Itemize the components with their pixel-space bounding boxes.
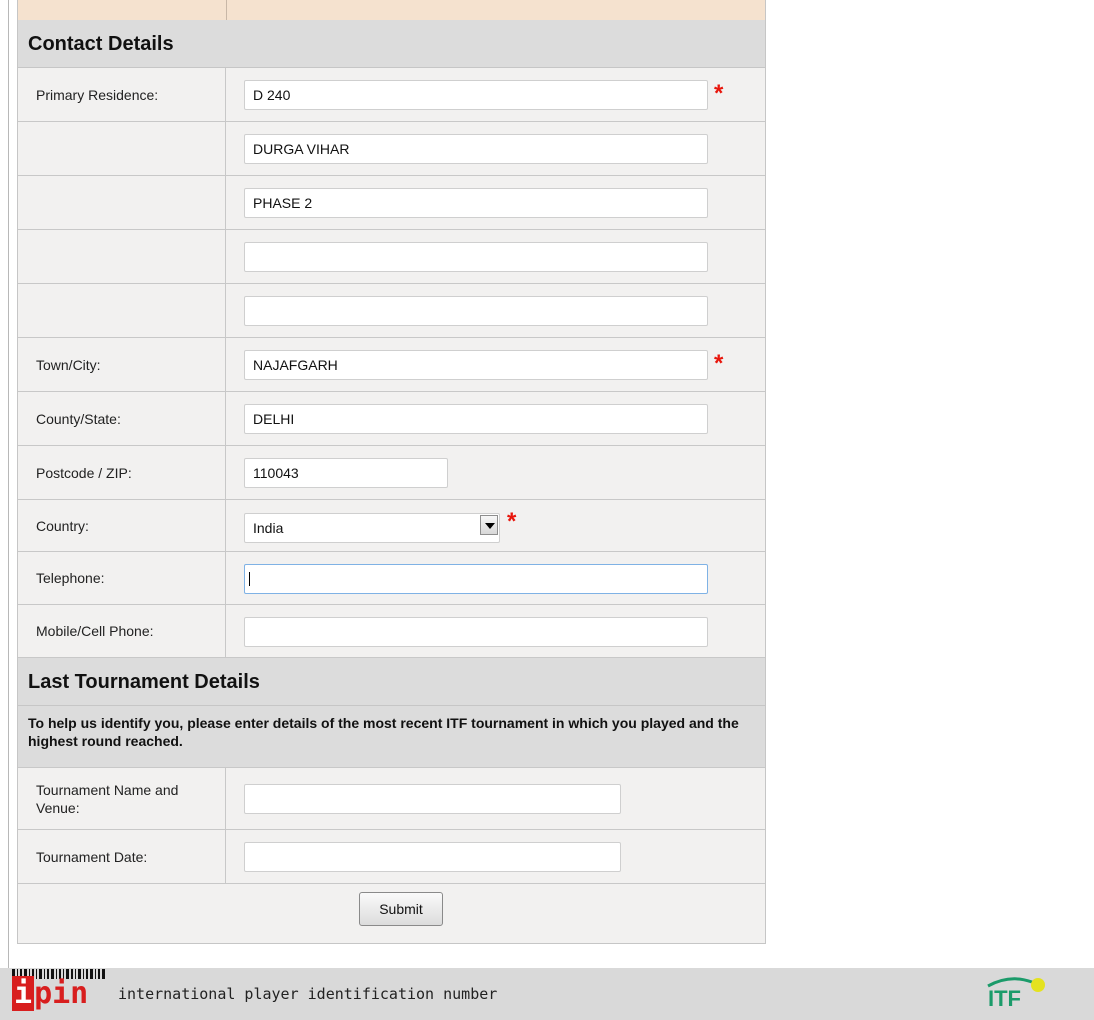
telephone-label: Telephone: bbox=[18, 552, 226, 604]
ipin-logo: ipin bbox=[12, 968, 108, 1012]
tournament-date-row: Tournament Date: bbox=[18, 830, 765, 884]
left-border bbox=[8, 0, 9, 968]
country-select[interactable]: India bbox=[244, 513, 500, 543]
empty-label bbox=[18, 176, 226, 229]
address-line-3-row bbox=[18, 176, 765, 230]
address-line-2-input[interactable] bbox=[244, 134, 708, 164]
country-label: Country: bbox=[18, 500, 226, 551]
country-row: Country: India * bbox=[18, 500, 765, 552]
required-marker: * bbox=[714, 80, 724, 107]
registration-form: Contact Details Primary Residence: * Tow… bbox=[17, 0, 766, 944]
empty-label bbox=[18, 230, 226, 283]
country-selected-value: India bbox=[253, 520, 284, 536]
town-label: Town/City: bbox=[18, 338, 226, 391]
text-caret bbox=[249, 572, 250, 586]
required-marker: * bbox=[714, 350, 724, 377]
tournament-date-label: Tournament Date: bbox=[18, 830, 226, 883]
itf-logo-text: ITF bbox=[988, 986, 1021, 1010]
tournament-name-label: Tournament Name and Venue: bbox=[18, 768, 226, 829]
ipin-letter-i: i bbox=[12, 976, 35, 1011]
submit-button[interactable]: Submit bbox=[359, 892, 443, 926]
address-line-3-input[interactable] bbox=[244, 188, 708, 218]
ipin-wordmark: ipin bbox=[12, 976, 88, 1012]
submit-row: Submit bbox=[18, 884, 765, 943]
empty-label bbox=[18, 284, 226, 337]
previous-row-strip bbox=[18, 0, 765, 21]
tournament-name-input[interactable] bbox=[244, 784, 621, 814]
telephone-row: Telephone: bbox=[18, 552, 765, 605]
empty-label bbox=[18, 122, 226, 175]
state-row: County/State: bbox=[18, 392, 765, 446]
tournament-info-text: To help us identify you, please enter de… bbox=[18, 706, 765, 768]
required-marker: * bbox=[507, 508, 517, 535]
telephone-field-wrap bbox=[244, 564, 708, 594]
tournament-date-input[interactable] bbox=[244, 842, 621, 872]
footer-bar: ipin international player identification… bbox=[0, 968, 1094, 1020]
telephone-input[interactable] bbox=[244, 564, 708, 594]
contact-details-heading: Contact Details bbox=[18, 20, 765, 68]
itf-logo-icon: ITF bbox=[987, 977, 1045, 1010]
postcode-input[interactable] bbox=[244, 458, 448, 488]
state-input[interactable] bbox=[244, 404, 708, 434]
address-line-5-row bbox=[18, 284, 765, 338]
last-tournament-heading: Last Tournament Details bbox=[18, 658, 765, 706]
postcode-label: Postcode / ZIP: bbox=[18, 446, 226, 499]
ipin-tagline: international player identification numb… bbox=[118, 985, 498, 1003]
address-line-2-row bbox=[18, 122, 765, 176]
mobile-row: Mobile/Cell Phone: bbox=[18, 605, 765, 658]
primary-residence-label: Primary Residence: bbox=[18, 68, 226, 121]
primary-residence-row: Primary Residence: * bbox=[18, 68, 765, 122]
town-row: Town/City: * bbox=[18, 338, 765, 392]
address-line-5-input[interactable] bbox=[244, 296, 708, 326]
address-line-4-input[interactable] bbox=[244, 242, 708, 272]
address-line-4-row bbox=[18, 230, 765, 284]
tournament-name-row: Tournament Name and Venue: bbox=[18, 768, 765, 830]
town-input[interactable] bbox=[244, 350, 708, 380]
ipin-letters-pin: pin bbox=[34, 976, 89, 1011]
postcode-row: Postcode / ZIP: bbox=[18, 446, 765, 500]
chevron-down-icon[interactable] bbox=[480, 515, 498, 535]
mobile-label: Mobile/Cell Phone: bbox=[18, 605, 226, 657]
address-line-1-input[interactable] bbox=[244, 80, 708, 110]
column-divider bbox=[226, 0, 227, 20]
state-label: County/State: bbox=[18, 392, 226, 445]
mobile-input[interactable] bbox=[244, 617, 708, 647]
